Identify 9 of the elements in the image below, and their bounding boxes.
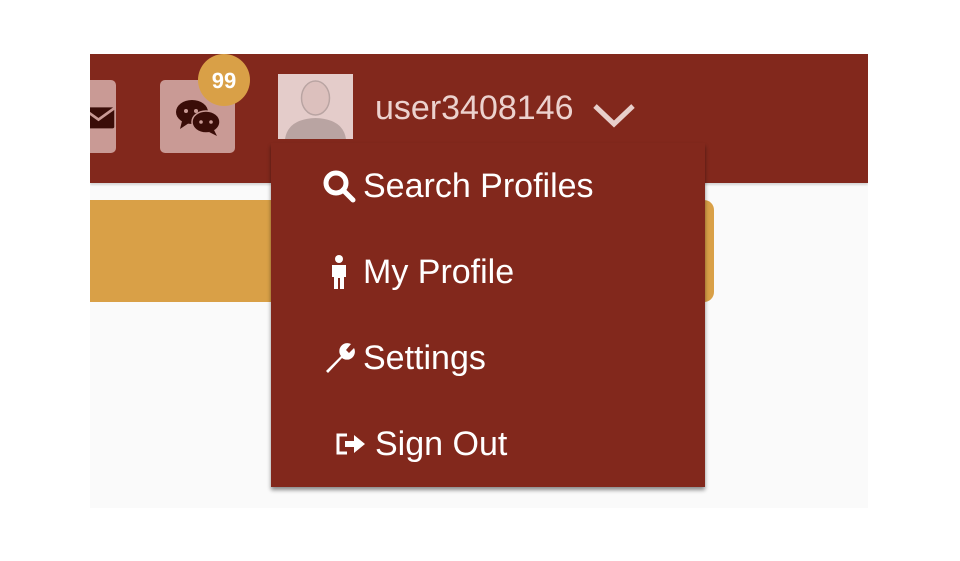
chat-bubbles-icon [176,100,221,136]
notification-badge: 99 [198,54,250,106]
menu-item[interactable]: My Profile [271,229,705,315]
search-icon [321,168,357,204]
menu-item[interactable]: Settings [271,315,705,401]
menu-item[interactable]: Sign Out [271,401,705,487]
username[interactable]: user3408146 [375,88,574,128]
chevron-down-icon[interactable] [592,102,636,128]
menu-item[interactable]: Search Profiles [271,143,705,229]
